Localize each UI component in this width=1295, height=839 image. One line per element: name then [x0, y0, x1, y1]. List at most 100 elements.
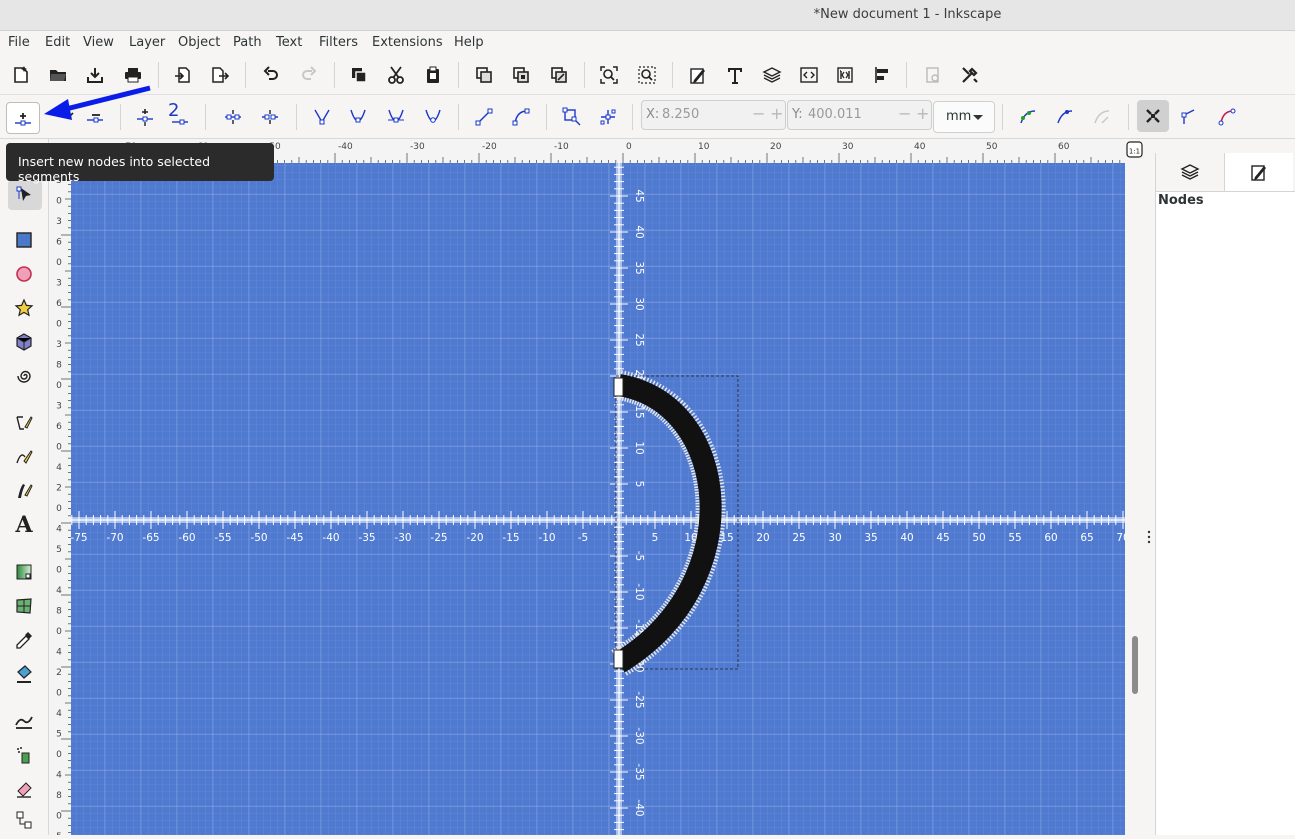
eraser-tool-icon[interactable] [11, 776, 37, 802]
stroke-to-path-icon[interactable] [595, 104, 621, 130]
symmetric-node-icon[interactable] [383, 104, 409, 130]
spiral-tool-icon[interactable] [11, 363, 37, 389]
auto-smooth-node-icon[interactable] [420, 104, 446, 130]
ruler-label: 4 [56, 648, 62, 658]
clone-icon[interactable] [508, 62, 534, 88]
axis-y-label: 10 [633, 441, 645, 454]
show-clip-path-icon[interactable] [1176, 104, 1202, 130]
axis-x-label: -20 [466, 532, 483, 544]
text-font-icon[interactable] [722, 62, 748, 88]
y-coordinate-value[interactable]: 400.011 [808, 107, 862, 122]
scrollbar-thumb[interactable] [1132, 636, 1138, 694]
show-transform-handles-icon[interactable] [1015, 104, 1041, 130]
y-increment-button[interactable]: + [916, 104, 929, 123]
join-segment-icon[interactable] [220, 104, 246, 130]
menu-help[interactable]: Help [454, 35, 484, 50]
zoom-selection-icon[interactable] [596, 62, 622, 88]
y-coordinate-field[interactable]: Y: 400.011 − + [787, 100, 932, 130]
node-tool-icon[interactable] [8, 180, 42, 210]
drawing-canvas[interactable]: -75 -70 -65 -60 -55 -50 -45 -40 -35 -30 -25 -20 -15-… [71, 163, 1125, 835]
ruler-label: 2 [56, 484, 62, 494]
path-start-node[interactable] [613, 377, 624, 397]
object-to-path-icon[interactable] [559, 104, 585, 130]
units-dropdown[interactable]: mm [933, 101, 995, 133]
zoom-corner-button[interactable]: 1:1 [1125, 139, 1145, 161]
axis-y-label: -5 [633, 551, 645, 561]
smooth-node-icon[interactable] [345, 104, 371, 130]
show-handles-icon[interactable] [1052, 104, 1078, 130]
cusp-node-icon[interactable] [309, 104, 335, 130]
menu-path[interactable]: Path [233, 35, 262, 50]
export-icon[interactable] [207, 62, 233, 88]
show-mask-icon[interactable] [1214, 104, 1240, 130]
cut-icon[interactable] [383, 62, 409, 88]
break-path-icon[interactable]: 2 [166, 98, 192, 132]
vertical-scrollbar[interactable] [1125, 139, 1145, 835]
menu-extensions[interactable]: Extensions [372, 35, 443, 50]
transform-handles-toggle-icon[interactable] [1137, 100, 1169, 132]
x-coordinate-value[interactable]: 8.250 [662, 107, 699, 122]
copy-icon[interactable] [346, 62, 372, 88]
document-properties-icon[interactable] [920, 62, 946, 88]
duplicate-icon[interactable] [471, 62, 497, 88]
ruler-label: 4 [56, 463, 62, 473]
tweak-tool-icon[interactable] [11, 708, 37, 734]
fill-stroke-icon[interactable] [1224, 153, 1293, 191]
x-increment-button[interactable]: + [770, 104, 783, 123]
layers-icon[interactable] [1156, 153, 1224, 191]
pen-tool-icon[interactable] [11, 410, 37, 436]
dropper-tool-icon[interactable] [11, 627, 37, 653]
canvas-drawing[interactable]: -75 -70 -65 -60 -55 -50 -45 -40 -35 -30 -25 -20 -15-… [71, 163, 1125, 835]
axis-y-label: -30 [633, 727, 645, 744]
gradient-tool-icon[interactable] [11, 559, 37, 585]
segment-line-icon[interactable] [471, 104, 497, 130]
ruler-label: 3 [56, 402, 62, 412]
pencil-tool-icon[interactable] [11, 444, 37, 470]
paste-icon[interactable] [420, 62, 446, 88]
menu-text[interactable]: Text [276, 35, 302, 50]
redo-icon[interactable] [296, 62, 322, 88]
xml-editor-icon[interactable] [685, 62, 711, 88]
path-end-node[interactable] [613, 649, 624, 669]
segment-curve-icon[interactable] [508, 104, 534, 130]
delete-segment-icon[interactable] [257, 104, 283, 130]
objects-icon[interactable] [832, 62, 858, 88]
import-icon[interactable] [170, 62, 196, 88]
axis-x-label: -50 [250, 532, 267, 544]
text-tool-icon[interactable]: A [11, 512, 37, 538]
show-path-outline-icon[interactable] [1089, 104, 1115, 130]
star-tool-icon[interactable] [11, 295, 37, 321]
layers-icon[interactable] [759, 62, 785, 88]
zoom-drawing-icon[interactable] [634, 62, 660, 88]
x-decrement-button[interactable]: − [752, 104, 765, 123]
circle-tool-icon[interactable] [11, 261, 37, 287]
dock-tabs [1156, 153, 1295, 192]
undo-icon[interactable] [258, 62, 284, 88]
ruler-label: 30 [842, 142, 854, 152]
axis-y-label: 5 [633, 481, 645, 488]
axis-y-label: 45 [633, 189, 645, 202]
ruler-label: -20 [482, 142, 497, 152]
xml-icon[interactable] [796, 62, 822, 88]
menu-filters[interactable]: Filters [319, 35, 358, 50]
ruler-label: 0 [56, 627, 62, 637]
axis-y-label: -10 [633, 583, 645, 600]
dock-resize-handle[interactable] [1145, 139, 1155, 835]
calligraphy-tool-icon[interactable] [11, 478, 37, 504]
align-icon[interactable] [869, 62, 895, 88]
preferences-icon[interactable] [957, 62, 983, 88]
menu-object[interactable]: Object [178, 35, 220, 50]
spray-tool-icon[interactable] [11, 742, 37, 768]
y-decrement-button[interactable]: − [898, 104, 911, 123]
paint-bucket-tool-icon[interactable] [11, 661, 37, 687]
x-coordinate-field[interactable]: X: 8.250 − + [641, 100, 786, 130]
mesh-tool-icon[interactable] [11, 593, 37, 619]
connector-tool-icon[interactable] [11, 807, 37, 833]
rectangle-tool-icon[interactable] [11, 227, 37, 253]
axis-x-label: 25 [792, 532, 805, 544]
vertical-ruler[interactable]: 503603603803604204504804204504805 [49, 162, 72, 839]
ruler-label: 0 [626, 142, 632, 152]
3d-box-tool-icon[interactable] [11, 329, 37, 355]
axis-x-label: 50 [972, 532, 985, 544]
unlink-clone-icon[interactable] [546, 62, 572, 88]
